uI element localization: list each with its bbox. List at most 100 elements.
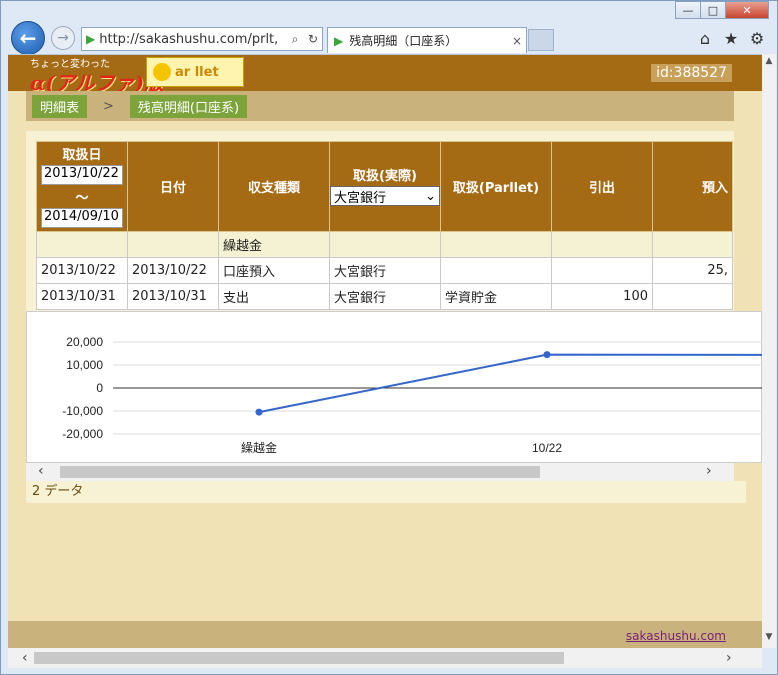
cell-parllet: 学資貯金 <box>440 283 552 310</box>
site-footer: sakashushu.com <box>8 621 762 648</box>
cell-handler: 大宮銀行 <box>329 283 441 310</box>
cell <box>551 231 653 258</box>
y-tick-label: 20,000 <box>66 335 103 349</box>
scroll-right-icon[interactable]: › <box>706 463 712 479</box>
cell <box>127 231 219 258</box>
table-row-carry: 繰越金 <box>36 231 733 258</box>
cell-date: 2013/10/31 <box>36 283 128 310</box>
breadcrumb-item-statement[interactable]: 明細表 <box>32 94 88 118</box>
cell <box>440 231 552 258</box>
address-bar[interactable]: ▶ http://sakashushu.com/prlt, ⌕ ↻ <box>81 27 323 51</box>
user-id-badge: id:388527 <box>651 64 732 82</box>
scroll-left-icon[interactable]: ‹ <box>22 650 28 666</box>
col-handler-actual: 取扱(実際) 大宮銀行 ⌄ <box>329 141 441 232</box>
maximize-icon[interactable]: □ <box>700 1 726 19</box>
tab-active[interactable]: ▶ 残高明細（口座系） × <box>327 27 527 53</box>
cell-deposit: 25, <box>652 257 733 284</box>
cell <box>36 231 128 258</box>
star-icon[interactable]: ★ <box>721 29 741 48</box>
handler-select-value: 大宮銀行 <box>334 190 387 206</box>
date-range-tilde: 〜 <box>75 190 89 206</box>
search-icon[interactable]: ⌕ <box>286 32 304 47</box>
cell-date2: 2013/10/22 <box>127 257 219 284</box>
y-tick-label: -20,000 <box>62 427 103 441</box>
scroll-left-icon[interactable]: ‹ <box>38 463 44 479</box>
breadcrumb-item-balance[interactable]: 残高明細(口座系) <box>129 94 248 118</box>
page-icon: ▶ <box>86 32 96 46</box>
site-header: ちょっと変わった α(アルファ)版 ar llet id:388527 <box>8 55 762 95</box>
date-from-input[interactable]: 2013/10/22 <box>41 164 123 185</box>
parllet-logo-text: ar llet <box>175 64 219 80</box>
balance-chart: 20,000 10,000 0 -10,000 -20,000 繰越金 10/22 <box>26 311 762 463</box>
cell-withdraw: 100 <box>551 283 653 310</box>
chevron-down-icon: ⌄ <box>425 188 436 204</box>
cell-date: 2013/10/22 <box>36 257 128 284</box>
cell-type: 口座預入 <box>218 257 330 284</box>
table-header-row: 取扱日 2013/10/22 〜 2014/09/10 日付 収支種類 取扱(実… <box>36 141 733 232</box>
cell-deposit <box>652 283 733 310</box>
tab-title: 残高明細（口座系） <box>349 34 458 48</box>
chart-scrollbar-thumb[interactable] <box>60 466 540 478</box>
cell-parllet <box>440 257 552 284</box>
refresh-icon[interactable]: ↻ <box>304 32 322 46</box>
col-handler-parllet[interactable]: 取扱(Parllet) <box>440 141 552 232</box>
col-type[interactable]: 収支種類 <box>218 141 330 232</box>
scroll-up-icon[interactable]: ▲ <box>762 56 776 66</box>
scroll-right-icon[interactable]: › <box>726 650 732 666</box>
window-controls: — □ ✕ <box>675 1 769 19</box>
series-line <box>258 353 762 414</box>
statement-panel: 取扱日 2013/10/22 〜 2014/09/10 日付 収支種類 取扱(実… <box>26 131 734 311</box>
y-tick-label: 10,000 <box>66 358 103 372</box>
table-row[interactable]: 2013/10/31 2013/10/31 支出 大宮銀行 学資貯金 100 <box>36 283 733 310</box>
page-icon: ▶ <box>334 33 344 48</box>
balance-chart-svg: 20,000 10,000 0 -10,000 -20,000 繰越金 10/22 <box>62 335 762 455</box>
cell-date2: 2013/10/31 <box>127 283 219 310</box>
data-point <box>255 408 263 416</box>
minimize-icon[interactable]: — <box>675 1 701 19</box>
close-icon[interactable]: ✕ <box>725 1 769 19</box>
date-to-input[interactable]: 2014/09/10 <box>41 207 123 228</box>
cell-type: 繰越金 <box>218 231 330 258</box>
handler-select[interactable]: 大宮銀行 ⌄ <box>330 186 440 206</box>
footer-link[interactable]: sakashushu.com <box>626 629 726 643</box>
balance-table: 取扱日 2013/10/22 〜 2014/09/10 日付 収支種類 取扱(実… <box>36 141 733 310</box>
data-point <box>543 351 551 359</box>
back-button[interactable]: ← <box>11 21 45 55</box>
y-tick-label: -10,000 <box>62 404 103 418</box>
col-handling-date: 取扱日 2013/10/22 〜 2014/09/10 <box>36 141 128 232</box>
gear-icon[interactable]: ⚙ <box>747 29 767 48</box>
scroll-down-icon[interactable]: ▼ <box>762 632 776 642</box>
col-date[interactable]: 日付 <box>127 141 219 232</box>
breadcrumb-separator: > <box>103 98 114 114</box>
url-text: http://sakashushu.com/prlt, <box>99 31 279 47</box>
col-handler-actual-label: 取扱(実際) <box>353 169 417 184</box>
col-deposit[interactable]: 預入 <box>652 141 733 232</box>
browser-tools: ⌂ ★ ⚙ <box>695 29 767 48</box>
breadcrumb: 明細表 > 残高明細(口座系) <box>26 91 734 121</box>
new-tab-button[interactable] <box>528 29 554 51</box>
chart-scrollbar[interactable]: ‹ › <box>26 463 734 481</box>
y-tick-label: 0 <box>96 381 103 395</box>
page-vertical-scrollbar[interactable]: ▲ ▼ <box>762 54 776 648</box>
record-count: 2 データ <box>26 481 746 503</box>
forward-button[interactable]: → <box>51 26 75 50</box>
cell-type: 支出 <box>218 283 330 310</box>
page-viewport: ちょっと変わった α(アルファ)版 ar llet id:388527 明細表 … <box>8 54 762 648</box>
arrow-right-icon: → <box>57 30 69 46</box>
logo-ball-icon <box>153 63 171 81</box>
table-row[interactable]: 2013/10/22 2013/10/22 口座預入 大宮銀行 25, <box>36 257 733 284</box>
arrow-left-icon: ← <box>19 26 37 50</box>
cell <box>652 231 733 258</box>
cell-withdraw <box>551 257 653 284</box>
x-tick-label: 繰越金 <box>241 440 277 455</box>
cell <box>329 231 441 258</box>
cell-handler: 大宮銀行 <box>329 257 441 284</box>
page-horizontal-scrollbar[interactable]: ‹ › <box>8 648 762 668</box>
page-scrollbar-thumb[interactable] <box>34 652 564 664</box>
x-tick-label: 10/22 <box>532 441 562 455</box>
home-icon[interactable]: ⌂ <box>695 29 715 48</box>
tab-close-icon[interactable]: × <box>508 34 526 48</box>
parllet-logo[interactable]: ar llet <box>146 57 244 87</box>
col-withdraw[interactable]: 引出 <box>551 141 653 232</box>
col-handling-date-label: 取扱日 <box>62 147 102 163</box>
